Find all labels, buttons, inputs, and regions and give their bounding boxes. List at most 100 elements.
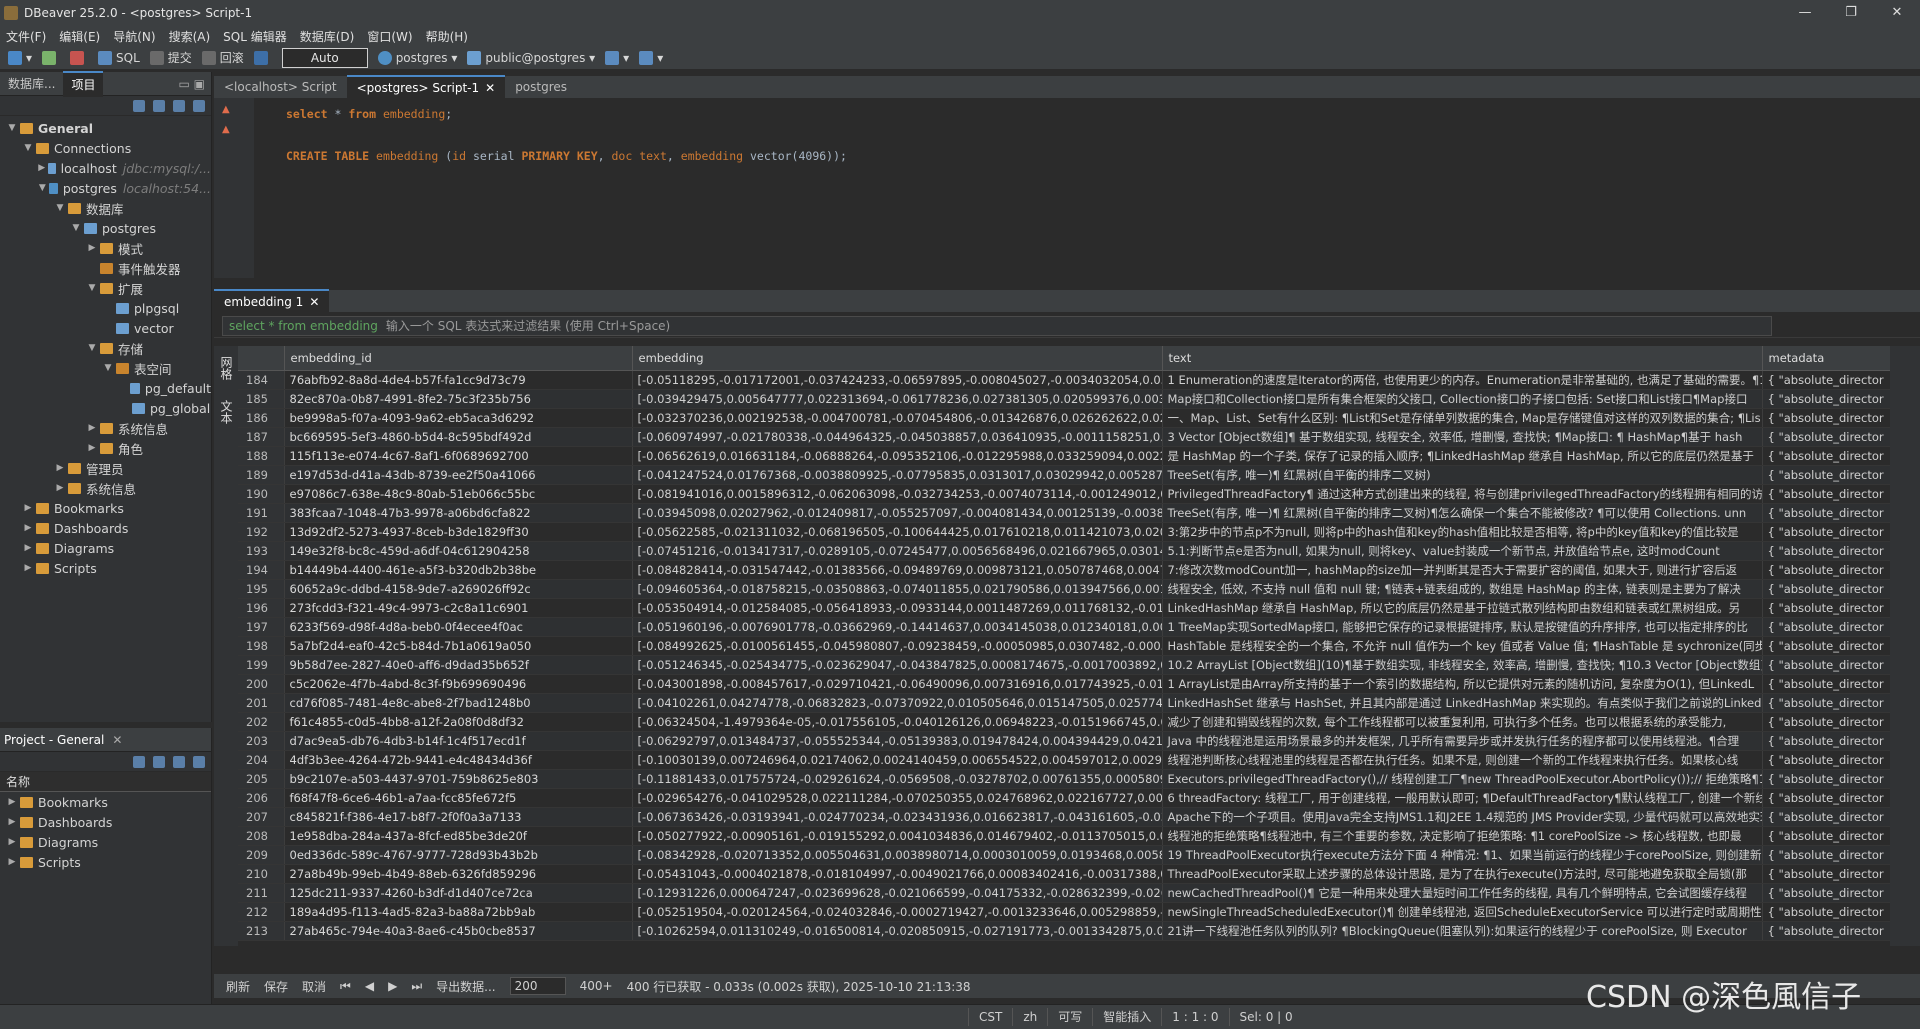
menu-help[interactable]: 帮助(H) [426,28,468,45]
table-cell[interactable]: f68f47f8-6ce6-46b1-a7aa-fcc85fe672f5 [284,788,633,808]
table-cell[interactable]: 189a4d95-f113-4ad5-82a3-ba88a72bb9ab [284,902,633,922]
table-row[interactable]: 202 f61c4855-c0d5-4bb8-a12f-2a08f0d8df32[… [238,712,1899,732]
table-cell[interactable]: { "absolute_director [1762,427,1899,447]
tree-node[interactable]: ▶ 系统信息 [0,418,211,438]
table-cell[interactable]: e97086c7-638e-48c9-80ab-51eb066c55bc [284,484,633,504]
table-cell[interactable]: d7ac9ea5-db76-4db3-b14f-1c4f517ecd1f [284,731,633,751]
table-cell[interactable]: 9b58d7ee-2827-40e0-aff6-d9dad35b652f [284,655,633,675]
tab-postgres[interactable]: postgres [505,76,577,98]
table-cell[interactable]: 149e32f8-bc8c-459d-a6df-04c612904258 [284,541,633,561]
expand-arrow-icon[interactable]: ▼ [86,343,98,353]
tree-node[interactable]: ▼ General [0,118,211,138]
table-cell[interactable]: 6 threadFactory: 线程工厂, 用于创建线程, 一般用默认即可; … [1162,788,1763,808]
expand-arrow-icon[interactable]: ▼ [38,183,47,193]
menu-window[interactable]: 窗口(W) [367,28,412,45]
table-cell[interactable]: [-0.04102261,0.04274778,-0.06832823,-0.0… [632,693,1163,713]
table-cell[interactable]: { "absolute_director [1762,465,1899,485]
connect-button[interactable] [42,50,60,65]
table-cell[interactable]: TreeSet(有序, 唯一)¶ 红黑树(自平衡的排序二叉树)¶怎么确保一个集合… [1162,503,1763,523]
table-cell[interactable]: PrivilegedThreadFactory¶ 通过这种方式创建出来的线程, … [1162,484,1763,504]
table-cell[interactable]: HashTable 是线程安全的一个集合, 不允许 null 值作为一个 key… [1162,636,1763,656]
table-cell[interactable]: [-0.084992625,-0.0100561455,-0.045980807… [632,636,1163,656]
table-cell[interactable]: [-0.029654276,-0.041029528,0.022111284,-… [632,788,1163,808]
table-cell[interactable]: { "absolute_director [1762,370,1899,390]
table-cell[interactable]: 1 TreeMap实现SortedMap接口, 能够把它保存的记录根据键排序, … [1162,617,1763,637]
table-cell[interactable]: c845821f-f386-4e17-b8f7-2f0f0a3a7133 [284,807,633,827]
minimize-button[interactable]: — [1782,0,1828,26]
dashboard-button[interactable]: ▾ [605,50,629,65]
table-row[interactable]: 188 115f113e-e074-4c67-8af1-6f0689692700[… [238,446,1899,466]
table-row[interactable]: 194 b14449b4-4400-461e-a5f3-b320db2b38be[… [238,560,1899,580]
export-data-button[interactable]: 导出数据... [436,978,495,995]
table-cell[interactable]: { "absolute_director [1762,826,1899,846]
menu-sql-editor[interactable]: SQL 编辑器 [223,28,287,45]
table-cell[interactable]: { "absolute_director [1762,731,1899,751]
table-cell[interactable]: { "absolute_director [1762,560,1899,580]
table-cell[interactable]: 4df3b3ee-4264-472b-9441-e4c48434d36f [284,750,633,770]
table-cell[interactable]: { "absolute_director [1762,807,1899,827]
table-cell[interactable]: 125dc211-9337-4260-b3df-d1d407ce72ca [284,883,633,903]
menu-edit[interactable]: 编辑(E) [59,28,100,45]
table-cell[interactable]: 19 ThreadPoolExecutor执行execute方法分下面 4 种情… [1162,845,1763,865]
expand-arrow-icon[interactable]: ▶ [22,563,34,573]
auto-commit-mode[interactable]: Auto [281,47,368,68]
expand-arrow-icon[interactable]: ▶ [22,523,34,533]
table-cell[interactable]: [-0.067363426,-0.03193941,-0.024770234,-… [632,807,1163,827]
tab-database-navigator[interactable]: 数据库... [0,72,63,96]
table-cell[interactable]: 6233f569-d98f-4d8a-beb0-0f4ecee4f0ac [284,617,633,637]
table-cell[interactable]: { "absolute_director [1762,579,1899,599]
tree-node[interactable]: vector [0,318,211,338]
settings-icon[interactable] [193,99,205,112]
table-cell[interactable]: 线程安全, 低效, 不支持 null 值和 null 键; ¶链表+链表组成的,… [1162,579,1763,599]
table-cell[interactable]: [-0.11881433,0.017575724,-0.029261624,-0… [632,769,1163,789]
settings-icon[interactable] [133,755,145,768]
prev-page-icon[interactable]: ◀ [365,979,374,993]
tree-node[interactable]: ▼ Connections [0,138,211,158]
column-header-embedding-id[interactable]: embedding_id [284,346,633,371]
table-cell[interactable]: Executors.privilegedThreadFactory(),// 线… [1162,769,1763,789]
table-cell[interactable]: [-0.051960196,-0.0076901778,-0.03662969,… [632,617,1163,637]
table-cell[interactable]: cd76f085-7481-4e8c-abe8-2f7bad1248b0 [284,693,633,713]
table-cell[interactable]: bc669595-5ef3-4860-b5d4-8c595bdf492d [284,427,633,447]
maximize-button[interactable]: ❐ [1828,0,1874,26]
table-cell[interactable]: 1 ArrayList是由Array所支持的基于一个索引的数据结构, 所以它提供… [1162,674,1763,694]
menu-navigate[interactable]: 导航(N) [113,28,155,45]
table-cell[interactable]: { "absolute_director [1762,883,1899,903]
tree-node[interactable]: 事件触发器 [0,258,211,278]
expand-arrow-icon[interactable]: ▼ [54,203,66,213]
rollback-button[interactable]: 回滚 [201,49,244,66]
project-item[interactable]: ▶ Scripts [0,852,211,872]
expand-arrow-icon[interactable]: ▼ [102,363,114,373]
table-cell[interactable]: 5a7bf2d4-eaf0-42c5-b84d-7b1a0619a050 [284,636,633,656]
next-page-icon[interactable]: ▶ [388,979,397,993]
table-cell[interactable]: [-0.10262594,0.011310249,-0.016500814,-0… [632,921,1163,941]
refresh-button[interactable]: 刷新 [226,978,250,995]
table-cell[interactable]: ThreadPoolExecutor采取上述步骤的总体设计思路, 是为了在执行e… [1162,864,1763,884]
fetch-all-button[interactable]: 400+ [580,979,613,993]
table-cell[interactable]: 3 Vector [Object数组]¶ 基于数组实现, 线程安全, 效率低, … [1162,427,1763,447]
table-cell[interactable]: [-0.05431043,-0.0004021878,-0.018104997,… [632,864,1163,884]
expand-arrow-icon[interactable]: ▶ [6,817,18,827]
table-cell[interactable]: c5c2062e-4f7b-4abd-8c3f-f9b699690496 [284,674,633,694]
expand-arrow-icon[interactable]: ▶ [22,543,34,553]
table-cell[interactable]: 76abfb92-8a8d-4de4-b57f-fa1cc9d73c79 [284,370,633,390]
table-cell[interactable]: { "absolute_director [1762,541,1899,561]
table-cell[interactable]: [-0.12931226,0.000647247,-0.023699628,-0… [632,883,1163,903]
tree-node[interactable]: pg_default [0,378,211,398]
table-cell[interactable]: Java 中的线程池是运用场景最多的并发框架, 几乎所有需要异步或并发执行任务的… [1162,731,1763,751]
menu-file[interactable]: 文件(F) [6,28,46,45]
save-button[interactable]: 保存 [264,978,288,995]
expand-arrow-icon[interactable]: ▶ [86,243,98,253]
table-row[interactable]: 196 273fcdd3-f321-49c4-9973-c2c8a11c6901[… [238,598,1899,618]
tab-projects[interactable]: 项目 [63,70,104,97]
tab-localhost-script[interactable]: <localhost> Script [214,76,347,98]
commit-button[interactable]: 提交 [149,49,192,66]
link-icon[interactable] [193,755,205,768]
table-cell[interactable]: b9c2107e-a503-4437-9701-759b8625e803 [284,769,633,789]
table-cell[interactable]: [-0.08342928,-0.020713352,0.005504631,0.… [632,845,1163,865]
table-cell[interactable]: 减少了创建和销毁线程的次数, 每个工作线程都可以被重复利用, 可执行多个任务。也… [1162,712,1763,732]
tree-node[interactable]: ▼ postgres localhost:54... [0,178,211,198]
table-row[interactable]: 199 9b58d7ee-2827-40e0-aff6-d9dad35b652f[… [238,655,1899,675]
expand-arrow-icon[interactable]: ▼ [70,223,82,233]
tree-node[interactable]: ▶ Bookmarks [0,498,211,518]
